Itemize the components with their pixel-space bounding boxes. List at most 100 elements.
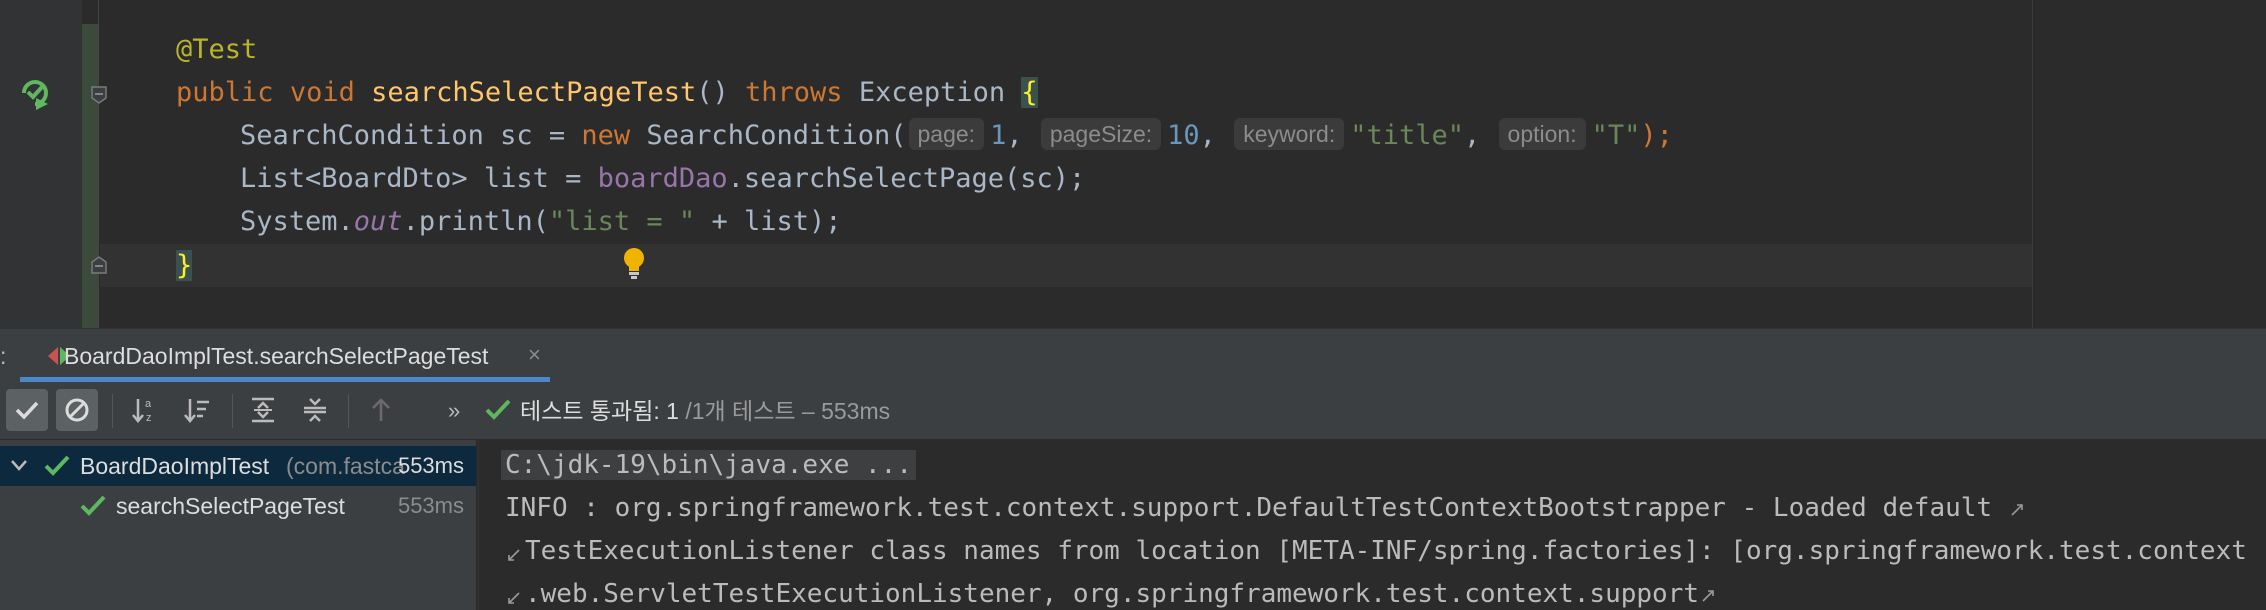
code-line-list-call[interactable]: List<BoardDto> list = boardDao.searchSel…	[240, 157, 1085, 200]
test-class-name: BoardDaoImplTest	[80, 453, 270, 479]
console-line: INFO : org.springframework.test.context.…	[505, 487, 2026, 530]
expand-arrow-icon[interactable]	[10, 458, 28, 472]
sort-alphabetically-button[interactable]: az	[124, 389, 166, 431]
show-passed-icon	[15, 401, 39, 420]
test-runner-toolbar: az » 테스트 통과됨: 1 /1개 테스트 – 553ms	[0, 382, 2266, 440]
check-icon	[485, 399, 511, 420]
arg-pagesize: 10	[1167, 120, 1200, 151]
constructor-call: SearchCondition(	[630, 120, 907, 151]
check-icon	[44, 455, 70, 476]
run-test-passed-icon[interactable]	[18, 76, 52, 110]
arg-keyword: "title"	[1350, 120, 1465, 151]
keyword-new: new	[581, 120, 631, 151]
code-line-search-condition[interactable]: SearchCondition sc = new SearchCondition…	[240, 114, 1673, 157]
close-tab-icon[interactable]: ×	[528, 329, 541, 381]
println-call: .println(	[402, 206, 549, 237]
show-ignored-icon	[65, 398, 89, 422]
test-class-duration: 553ms	[397, 453, 464, 478]
toolbar-separator	[112, 394, 113, 428]
status-passed-text: 테스트 통과됨: 1	[520, 398, 686, 424]
method-name: searchSelectPageTest	[371, 77, 697, 108]
console-line: .web.ServletTestExecutionListener, org.s…	[505, 573, 1717, 610]
string-literal: "list = "	[548, 206, 696, 237]
param-hint-page: page:	[908, 118, 985, 150]
toolbar-overflow-icon[interactable]: »	[448, 382, 460, 440]
system-class: System.	[240, 206, 354, 237]
println-rest: + list);	[695, 206, 842, 237]
sort-alpha-icon: az	[132, 398, 152, 424]
tab-label: BoardDaoImplTest.searchSelectPageTest	[64, 343, 489, 369]
annotation-token: @Test	[176, 34, 258, 65]
run-tool-window-tabs: : BoardDaoImplTest.searchSelectPageTest …	[0, 328, 2266, 382]
fold-icon[interactable]	[91, 256, 107, 274]
status-total-text: /1개 테스트 – 553ms	[685, 398, 891, 424]
soft-wrap-icon	[508, 549, 520, 561]
comma: ,	[1199, 120, 1233, 151]
fold-icon[interactable]	[91, 86, 107, 104]
show-passed-button[interactable]	[6, 389, 48, 431]
code-line-close-brace[interactable]: }	[176, 244, 193, 287]
method-call: .searchSelectPage(sc);	[727, 163, 1086, 194]
expand-all-icon	[252, 397, 274, 423]
param-hint-option: option:	[1498, 118, 1586, 150]
vcs-change-marker[interactable]	[82, 24, 99, 328]
keyword-void: void	[289, 77, 355, 108]
sc-declaration: SearchCondition sc =	[240, 120, 582, 151]
soft-wrap-icon	[2011, 504, 2023, 516]
test-method-name: searchSelectPageTest	[116, 493, 345, 519]
code-line-println[interactable]: System.out.println("list = " + list);	[240, 200, 842, 243]
svg-text:z: z	[146, 412, 152, 424]
field-boarddao: boardDao	[597, 163, 728, 194]
sort-duration-icon	[184, 399, 209, 423]
comma: ,	[1464, 120, 1497, 151]
test-class-package: (com.fastca	[286, 453, 405, 479]
exception-type: Exception	[858, 77, 1006, 108]
caret-row-highlight	[100, 244, 2032, 287]
test-results-tree[interactable]: BoardDaoImplTest (com.fastca 553ms searc…	[0, 440, 476, 610]
code-line-annotation[interactable]: @Test	[176, 28, 257, 71]
toolbar-separator	[232, 394, 233, 428]
toolbar-separator	[348, 394, 349, 428]
console-text: TestExecutionListener class names from l…	[525, 536, 2247, 566]
soft-wrap-icon	[1702, 590, 1714, 602]
arg-page: 1	[990, 120, 1007, 151]
console-command[interactable]: C:\jdk-19\bin\java.exe ...	[501, 450, 916, 480]
close-brace: }	[176, 250, 193, 281]
check-icon	[80, 495, 106, 516]
test-method-duration: 553ms	[397, 493, 464, 518]
static-field-out: out	[353, 206, 403, 237]
code-editor[interactable]: @Test public void searchSelectPageTest()…	[0, 0, 2266, 328]
editor-gutter	[0, 0, 82, 328]
console-line: TestExecutionListener class names from l…	[505, 530, 2247, 573]
console-line: C:\jdk-19\bin\java.exe ...	[501, 444, 916, 487]
expand-all-button[interactable]	[242, 389, 284, 431]
keyword-throws: throws	[745, 77, 843, 108]
arg-option: "T"	[1591, 120, 1641, 151]
param-hint-pagesize: pageSize:	[1040, 118, 1162, 150]
tree-row-test-class[interactable]: BoardDaoImplTest (com.fastca 553ms	[0, 446, 476, 486]
previous-failed-icon	[372, 398, 390, 421]
collapse-all-button[interactable]	[294, 389, 336, 431]
statement-end: );	[1640, 120, 1673, 151]
tree-row-test-method[interactable]: searchSelectPageTest 553ms	[0, 486, 476, 526]
collapse-all-icon	[304, 398, 326, 422]
method-parens: ()	[696, 77, 729, 108]
param-hint-keyword: keyword:	[1234, 118, 1345, 150]
comma: ,	[1006, 120, 1039, 151]
previous-failed-button[interactable]	[360, 389, 402, 431]
code-line-method-signature[interactable]: public void searchSelectPageTest() throw…	[176, 71, 1038, 114]
test-status-summary: 테스트 통과됨: 1 /1개 테스트 – 553ms	[520, 382, 890, 440]
list-declaration: List<BoardDto> list =	[240, 163, 598, 194]
console-output[interactable]: C:\jdk-19\bin\java.exe ... INFO : org.sp…	[478, 440, 2266, 610]
tab-bar-prefix: :	[0, 343, 7, 369]
show-ignored-button[interactable]	[56, 389, 98, 431]
console-text: .web.ServletTestExecutionListener, org.s…	[525, 579, 1699, 609]
fold-guide	[98, 0, 99, 328]
sort-by-duration-button[interactable]	[176, 389, 218, 431]
intention-bulb-icon[interactable]	[621, 246, 647, 280]
open-brace: {	[1021, 77, 1038, 108]
soft-wrap-icon	[508, 592, 520, 604]
console-text: INFO : org.springframework.test.context.…	[505, 493, 2008, 523]
right-margin-guide	[2032, 0, 2033, 328]
svg-text:a: a	[145, 398, 152, 410]
